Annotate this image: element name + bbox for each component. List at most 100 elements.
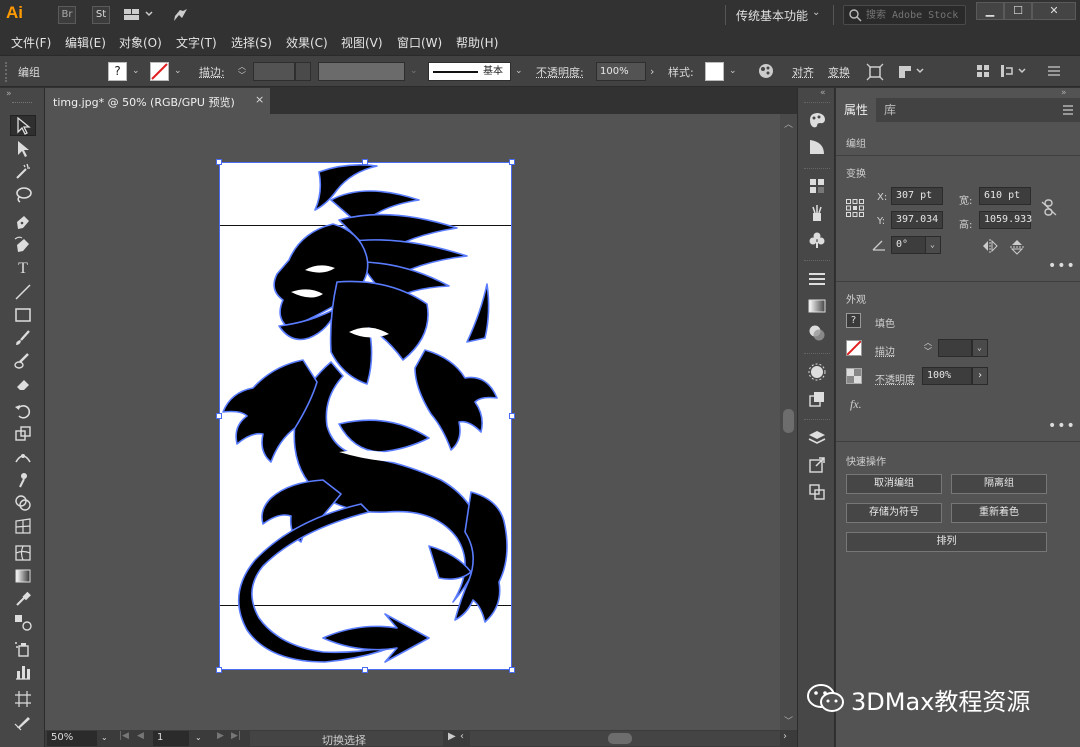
close-button[interactable]: ✕: [1032, 2, 1076, 20]
search-input[interactable]: [866, 7, 964, 23]
shaper-tool-icon[interactable]: [10, 350, 36, 371]
graphic-styles-icon[interactable]: [807, 389, 827, 409]
close-tab-icon[interactable]: ×: [255, 93, 264, 106]
artboard-tool-icon[interactable]: [10, 688, 36, 709]
workspace-switcher[interactable]: 传统基本功能: [736, 7, 808, 24]
puppet-warp-tool-icon[interactable]: [10, 469, 36, 490]
stroke-label[interactable]: 描边: [875, 343, 895, 358]
x-input[interactable]: 307 pt: [891, 187, 943, 205]
curvature-tool-icon[interactable]: [10, 234, 36, 255]
slice-tool-icon[interactable]: [10, 711, 36, 732]
status-menu-icon[interactable]: ▶: [448, 731, 456, 742]
rotate-tool-icon[interactable]: [10, 400, 36, 421]
isolate-group-icon[interactable]: [897, 63, 927, 84]
arrange-icon[interactable]: [976, 64, 990, 81]
canvas-area[interactable]: [45, 114, 780, 730]
chevron-down-icon[interactable]: ⌄: [132, 66, 140, 76]
menu-edit[interactable]: 编辑(E): [65, 34, 106, 51]
stroke-swatch[interactable]: [150, 62, 169, 81]
panel-menu-icon[interactable]: [1062, 104, 1074, 119]
appearance-icon[interactable]: [807, 362, 827, 382]
next-artboard-icon[interactable]: ▶: [217, 731, 224, 741]
stroke-swatch[interactable]: [846, 340, 862, 356]
layers-icon[interactable]: [807, 428, 827, 448]
selection-tool-icon[interactable]: [10, 115, 36, 136]
transform-button[interactable]: 变换: [828, 64, 850, 80]
chevron-down-icon[interactable]: ⌄: [925, 236, 941, 254]
resize-handle[interactable]: [509, 667, 515, 673]
stroke-label[interactable]: 描边:: [199, 64, 225, 80]
zoom-level-field[interactable]: 50%: [47, 731, 97, 746]
menu-file[interactable]: 文件(F): [11, 34, 51, 51]
brushes-icon[interactable]: [807, 203, 827, 223]
menu-type[interactable]: 文字(T): [176, 34, 217, 51]
collapse-panel-icon[interactable]: »: [1061, 88, 1067, 98]
fill-swatch[interactable]: ?: [846, 313, 861, 328]
scroll-right-icon[interactable]: ›: [783, 731, 787, 742]
stroke-panel-icon[interactable]: [807, 269, 827, 289]
height-input[interactable]: 1059.933: [979, 211, 1032, 229]
gradient-panel-icon[interactable]: [807, 296, 827, 316]
minimize-button[interactable]: ▁: [976, 2, 1004, 20]
stroke-weight-stepper[interactable]: ︿ ﹀: [924, 338, 932, 356]
menu-effect[interactable]: 效果(C): [286, 34, 328, 51]
transform-each-icon[interactable]: [866, 63, 884, 84]
mesh-tool-icon[interactable]: [10, 542, 36, 563]
first-artboard-icon[interactable]: |◀: [119, 731, 129, 741]
chevron-right-icon[interactable]: ›: [972, 367, 988, 385]
maximize-button[interactable]: ☐: [1004, 2, 1032, 20]
chevron-down-icon[interactable]: ⌄: [174, 66, 182, 76]
grip-handle[interactable]: [5, 62, 9, 82]
opacity-input[interactable]: 100%: [596, 62, 646, 81]
color-guide-icon[interactable]: [807, 110, 827, 130]
resize-handle[interactable]: [216, 413, 222, 419]
resize-handle[interactable]: [509, 159, 515, 165]
ungroup-button[interactable]: 取消编组: [846, 474, 942, 494]
rectangle-tool-icon[interactable]: [10, 304, 36, 325]
more-transform-options[interactable]: •••: [1048, 258, 1076, 274]
menu-help[interactable]: 帮助(H): [456, 34, 498, 51]
arrange-documents-icon[interactable]: [124, 8, 154, 25]
tab-libraries[interactable]: 库: [876, 98, 904, 122]
align-button[interactable]: 对齐: [792, 64, 814, 80]
artboard-number-field[interactable]: 1: [153, 731, 189, 746]
last-artboard-icon[interactable]: ▶|: [231, 731, 241, 741]
magic-wand-tool-icon[interactable]: [10, 161, 36, 182]
distribute-icon[interactable]: [1000, 64, 1030, 81]
opacity-label[interactable]: 不透明度:: [536, 64, 584, 80]
gpu-performance-icon[interactable]: [171, 6, 189, 27]
scroll-thumb[interactable]: [783, 409, 794, 433]
width-tool-icon[interactable]: [10, 446, 36, 467]
symbols-icon[interactable]: [807, 230, 827, 250]
horizontal-scrollbar[interactable]: [470, 731, 780, 746]
chevron-down-icon[interactable]: ⌄: [97, 731, 109, 746]
resize-handle[interactable]: [362, 667, 368, 673]
recolor-button[interactable]: 重新着色: [951, 503, 1047, 523]
artboard[interactable]: [216, 159, 515, 673]
bridge-button[interactable]: Br: [58, 6, 76, 24]
gradient-tool-icon[interactable]: [10, 565, 36, 586]
scroll-up-icon[interactable]: ︿: [784, 117, 793, 130]
menu-object[interactable]: 对象(O): [119, 34, 162, 51]
flip-vertical-icon[interactable]: [1010, 239, 1024, 258]
reference-point-icon[interactable]: [846, 199, 864, 220]
resize-handle[interactable]: [216, 159, 222, 165]
stock-search[interactable]: [843, 5, 966, 25]
lasso-tool-icon[interactable]: [10, 184, 36, 205]
variable-width-profile[interactable]: [318, 62, 405, 81]
menu-window[interactable]: 窗口(W): [397, 34, 442, 51]
fx-button[interactable]: fx.: [850, 397, 862, 412]
pen-tool-icon[interactable]: [10, 211, 36, 232]
artboards-icon[interactable]: [807, 482, 827, 502]
blend-tool-icon[interactable]: [10, 611, 36, 632]
direct-selection-tool-icon[interactable]: [10, 138, 36, 159]
shape-builder-tool-icon[interactable]: [10, 492, 36, 513]
graphic-style-swatch[interactable]: [705, 62, 724, 81]
save-as-symbol-button[interactable]: 存储为符号: [846, 503, 942, 523]
chevron-right-icon[interactable]: ›: [650, 65, 654, 78]
flip-horizontal-icon[interactable]: [982, 239, 998, 256]
chevron-down-icon[interactable]: ⌄: [972, 339, 988, 357]
y-input[interactable]: 397.034: [891, 211, 943, 229]
column-graph-tool-icon[interactable]: [10, 661, 36, 682]
stroke-weight-stepper[interactable]: ︿ ﹀: [238, 62, 246, 80]
